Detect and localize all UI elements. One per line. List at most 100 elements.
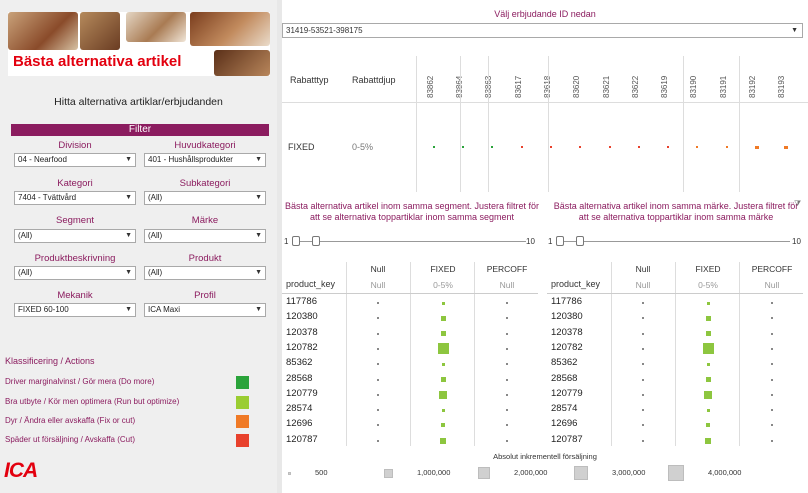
matrix-dot[interactable] (377, 424, 379, 427)
sales-mark[interactable] (705, 437, 711, 444)
product-key[interactable]: 120779 (286, 388, 318, 399)
sales-mark[interactable] (441, 408, 445, 412)
product-key[interactable]: 120782 (286, 342, 318, 353)
product-key[interactable]: 120779 (551, 388, 583, 399)
matrix-dot[interactable] (377, 363, 379, 366)
matrix-dot[interactable] (642, 302, 644, 304)
matrix-dot[interactable] (377, 409, 379, 412)
matrix-dot[interactable] (642, 439, 644, 442)
matrix-dot[interactable] (377, 393, 379, 396)
product-key[interactable]: 117786 (286, 296, 317, 307)
sales-mark[interactable] (441, 423, 445, 428)
matrix-dot[interactable] (642, 409, 644, 412)
sales-mark[interactable] (439, 390, 447, 399)
slider-track-marke[interactable] (556, 241, 790, 242)
matrix-dot[interactable] (642, 393, 644, 396)
matrix-dot[interactable] (506, 409, 508, 412)
product-key[interactable]: 28568 (286, 373, 312, 384)
sales-mark[interactable] (441, 362, 445, 366)
matrix-dot[interactable] (642, 424, 644, 427)
product-key[interactable]: 120787 (286, 434, 318, 445)
product-key[interactable]: 12696 (551, 418, 577, 429)
product-cell-mark[interactable] (461, 146, 464, 148)
matrix-dot[interactable] (771, 393, 773, 396)
matrix-dot[interactable] (506, 302, 508, 304)
product-cell-mark[interactable] (667, 146, 670, 148)
product-cell-mark[interactable] (725, 146, 728, 148)
slider-track-segment[interactable] (292, 241, 526, 242)
profil-select[interactable]: ICA Maxi ▼ (144, 303, 266, 317)
sales-mark[interactable] (705, 331, 711, 337)
matrix-dot[interactable] (771, 347, 773, 350)
sales-mark[interactable] (440, 331, 446, 337)
product-key[interactable]: 120380 (286, 311, 318, 322)
matrix-dot[interactable] (377, 378, 379, 381)
matrix-dot[interactable] (506, 378, 508, 381)
sales-mark[interactable] (440, 377, 446, 382)
product-cell-mark[interactable] (608, 146, 611, 148)
sales-mark[interactable] (706, 408, 710, 412)
sales-mark[interactable] (441, 301, 445, 305)
sales-mark[interactable] (706, 362, 710, 366)
matrix-dot[interactable] (771, 378, 773, 381)
mekanik-select[interactable]: FIXED 60-100 ▼ (14, 303, 136, 317)
product-cell-mark[interactable] (696, 146, 699, 148)
matrix-dot[interactable] (506, 424, 508, 427)
matrix-dot[interactable] (771, 363, 773, 366)
matrix-dot[interactable] (506, 332, 508, 335)
product-key[interactable]: 28574 (286, 403, 312, 414)
sales-mark[interactable] (440, 437, 446, 444)
huvudkategori-select[interactable]: 401 - Hushållsprodukter ▼ (144, 153, 266, 167)
sales-mark[interactable] (706, 423, 710, 428)
slider-handle-segment[interactable] (292, 236, 300, 246)
matrix-dot[interactable] (642, 363, 644, 366)
product-cell-mark[interactable] (755, 146, 760, 149)
kategori-select[interactable]: 7404 - Tvättvård ▼ (14, 191, 136, 205)
product-key[interactable]: 120378 (286, 327, 318, 338)
subkategori-select[interactable]: (All) ▼ (144, 191, 266, 205)
matrix-dot[interactable] (506, 363, 508, 366)
product-cell-mark[interactable] (520, 146, 523, 148)
marke-select[interactable]: (All) ▼ (144, 229, 266, 243)
product-key[interactable]: 120782 (551, 342, 583, 353)
product-key[interactable]: 28568 (551, 373, 577, 384)
matrix-dot[interactable] (506, 439, 508, 442)
product-cell-mark[interactable] (784, 146, 789, 149)
matrix-dot[interactable] (377, 439, 379, 442)
product-cell-mark[interactable] (432, 146, 435, 148)
product-cell-mark[interactable] (491, 146, 494, 148)
product-key[interactable]: 85362 (551, 357, 577, 368)
produkt-select[interactable]: (All) ▼ (144, 266, 266, 280)
product-key[interactable]: 117786 (551, 296, 582, 307)
produktbeskrivning-select[interactable]: (All) ▼ (14, 266, 136, 280)
matrix-dot[interactable] (506, 347, 508, 350)
matrix-dot[interactable] (642, 317, 644, 320)
offer-id-select[interactable]: 31419-53521-398175 ▼ (282, 23, 803, 38)
matrix-dot[interactable] (642, 332, 644, 335)
matrix-dot[interactable] (377, 347, 379, 350)
segment-select[interactable]: (All) ▼ (14, 229, 136, 243)
matrix-dot[interactable] (642, 347, 644, 350)
slider-handle-marke[interactable] (556, 236, 564, 246)
sales-mark[interactable] (437, 343, 449, 355)
matrix-dot[interactable] (377, 302, 379, 304)
filter-icon[interactable]: ⧩ (794, 199, 801, 209)
matrix-dot[interactable] (771, 409, 773, 412)
matrix-dot[interactable] (771, 439, 773, 442)
product-cell-mark[interactable] (549, 146, 552, 148)
sales-mark[interactable] (705, 315, 711, 321)
matrix-dot[interactable] (377, 317, 379, 320)
sales-mark[interactable] (706, 301, 710, 305)
matrix-dot[interactable] (506, 393, 508, 396)
matrix-dot[interactable] (377, 332, 379, 335)
sales-mark[interactable] (705, 377, 711, 382)
sales-mark[interactable] (440, 315, 446, 321)
sales-mark[interactable] (704, 390, 712, 399)
matrix-dot[interactable] (771, 302, 773, 304)
sales-mark[interactable] (702, 343, 714, 355)
matrix-dot[interactable] (771, 424, 773, 427)
matrix-dot[interactable] (771, 317, 773, 320)
matrix-dot[interactable] (506, 317, 508, 320)
slider-handle-segment-upper[interactable] (312, 236, 320, 246)
product-key[interactable]: 28574 (551, 403, 577, 414)
